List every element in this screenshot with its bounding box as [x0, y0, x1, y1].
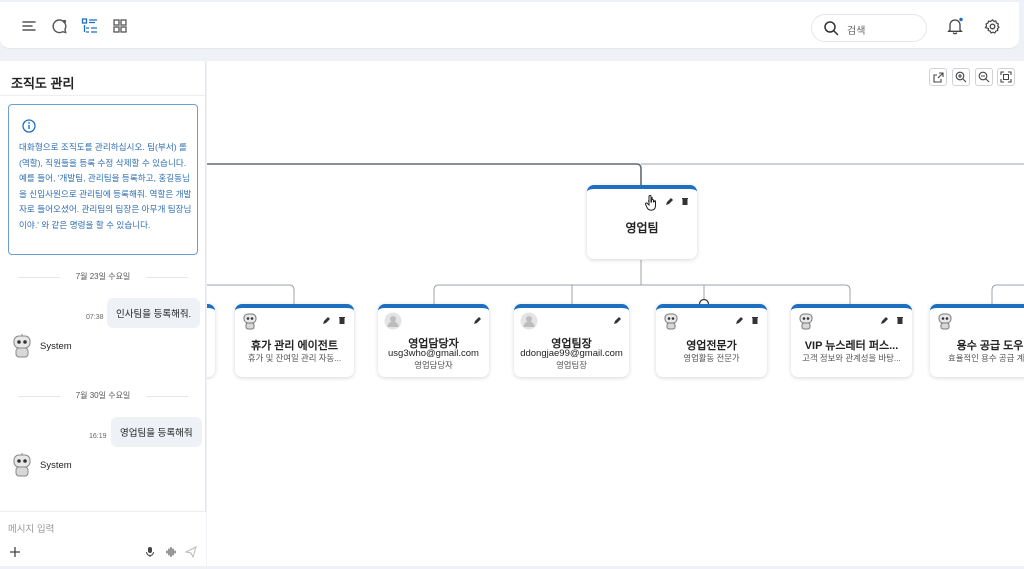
- message-input[interactable]: 메시지 입력: [0, 511, 206, 566]
- search-input[interactable]: 검색: [811, 14, 927, 42]
- node-title: 영업팀: [625, 221, 659, 235]
- user-avatar-icon: [384, 312, 402, 330]
- node-email: usg3who@gmail.com: [388, 348, 479, 359]
- user-message: 인사팀을 등록해줘.: [107, 298, 201, 328]
- info-box: 대화형으로 조직도를 관리하십시오. 팀(부서) 롤(역할), 직원들을 등록 …: [8, 104, 198, 255]
- delete-icon[interactable]: [336, 314, 348, 326]
- node-email: ddongjae99@gmail.com: [520, 348, 623, 359]
- node-subtitle: 영업활동 전문가: [683, 353, 740, 363]
- voice-wave-icon[interactable]: [163, 544, 179, 560]
- edit-icon[interactable]: [663, 195, 675, 207]
- delete-icon[interactable]: [749, 314, 761, 326]
- node-subtitle: 효율적인 용수 공급 계획: [947, 353, 1024, 363]
- edit-icon[interactable]: [878, 314, 890, 326]
- node-subtitle: 영업팀장: [556, 360, 587, 370]
- grid-icon[interactable]: [110, 16, 130, 36]
- system-message: System: [10, 333, 130, 359]
- node-subtitle: 영업담당자: [414, 360, 453, 370]
- system-label: System: [40, 460, 72, 471]
- node-title: VIP 뉴스레터 퍼스...: [804, 340, 899, 352]
- delete-icon[interactable]: [894, 314, 906, 326]
- search-placeholder: 검색: [847, 26, 866, 37]
- date-separator: 7월 23일 수요일: [18, 271, 188, 283]
- robot-avatar-icon: [10, 452, 34, 483]
- org-node[interactable]: 휴가 관리 에이전트 휴가 및 잔여일 관리 자동...: [235, 304, 354, 377]
- user-avatar-icon: [520, 312, 538, 330]
- message-input-placeholder: 메시지 입력: [8, 524, 55, 535]
- system-message: System: [10, 452, 130, 478]
- info-text: 대화형으로 조직도를 관리하십시오. 팀(부서) 롤(역할), 직원들을 등록 …: [19, 142, 192, 230]
- delete-icon[interactable]: [679, 195, 691, 207]
- user-message: 영업팀을 등록해줘: [111, 417, 202, 447]
- robot-avatar-icon: [10, 333, 34, 364]
- org-node[interactable]: 용수 공급 도우 효율적인 용수 공급 계획: [930, 304, 1024, 377]
- message-time: 16:19: [89, 433, 107, 440]
- org-node[interactable]: VIP 뉴스레터 퍼스... 고객 정보와 관계성을 바탕...: [791, 304, 912, 377]
- org-node-root[interactable]: 영업팀: [587, 185, 697, 259]
- microphone-icon[interactable]: [142, 544, 158, 560]
- org-node[interactable]: 영업담당자 usg3who@gmail.com 영업담당자: [378, 304, 489, 377]
- robot-avatar-icon: [936, 312, 954, 330]
- edit-icon[interactable]: [733, 314, 745, 326]
- top-bar: 검색: [0, 2, 1019, 49]
- node-title: 휴가 관리 에이전트: [250, 340, 339, 352]
- menu-icon[interactable]: [19, 16, 39, 36]
- list-tree-icon[interactable]: [80, 16, 100, 36]
- org-node[interactable]: 영업팀장 ddongjae99@gmail.com 영업팀장: [514, 304, 629, 377]
- date-label: 7월 30일 수요일: [75, 391, 131, 400]
- robot-avatar-icon: [797, 312, 815, 330]
- send-icon[interactable]: [183, 544, 199, 560]
- chat-bubble-icon[interactable]: [49, 16, 69, 36]
- divider: [0, 95, 206, 96]
- node-subtitle: 휴가 및 잔여일 관리 자동...: [247, 353, 342, 363]
- org-node-partial[interactable]: [207, 304, 215, 377]
- add-icon[interactable]: [7, 544, 23, 560]
- edit-icon[interactable]: [471, 314, 483, 326]
- node-title: 용수 공급 도우: [956, 340, 1024, 352]
- settings-icon[interactable]: [982, 16, 1002, 36]
- robot-avatar-icon: [241, 312, 259, 330]
- chat-sidebar: 조직도 관리 대화형으로 조직도를 관리하십시오. 팀(부서) 롤(역할), 직…: [0, 61, 206, 566]
- node-title: 영업전문가: [686, 340, 737, 352]
- date-separator: 7월 30일 수요일: [18, 390, 188, 402]
- node-subtitle: 고객 정보와 관계성을 바탕...: [802, 353, 901, 363]
- sidebar-title: 조직도 관리: [11, 76, 75, 91]
- message-time: 07:38: [86, 314, 104, 321]
- org-chart-canvas[interactable]: 영업팀 휴가 관리 에이전트 휴가 및 잔여일 관리 자동... 영업담당자 u…: [207, 61, 1024, 566]
- info-icon: [22, 119, 36, 138]
- edit-icon[interactable]: [611, 314, 623, 326]
- robot-avatar-icon: [662, 312, 680, 330]
- system-label: System: [40, 341, 72, 352]
- org-node[interactable]: 영업전문가 영업활동 전문가: [656, 304, 767, 377]
- date-label: 7월 23일 수요일: [75, 272, 131, 281]
- search-icon: [823, 20, 839, 41]
- bell-icon[interactable]: [945, 16, 965, 36]
- hand-cursor-icon: [644, 195, 658, 216]
- edit-icon[interactable]: [320, 314, 332, 326]
